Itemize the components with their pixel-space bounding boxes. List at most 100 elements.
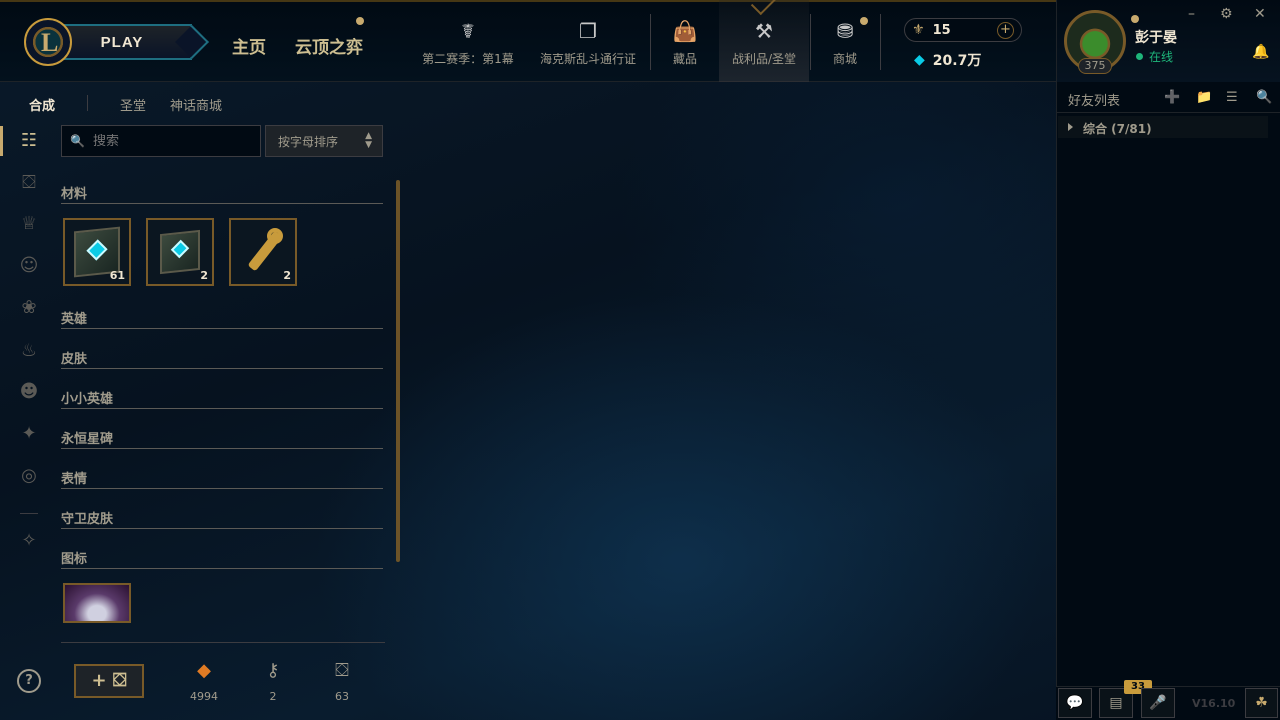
voice-mic-icon[interactable]: 🎤 xyxy=(1141,688,1175,718)
ward-filter-icon[interactable]: ✦ xyxy=(18,423,40,445)
loot-item-chest[interactable]: 61 xyxy=(63,218,131,286)
sort-chevron-icon: ▲ ▼ xyxy=(365,131,372,150)
tab-mythic-shop[interactable]: 神话商城 xyxy=(170,95,222,114)
notifications-bell-icon[interactable]: 🔔 xyxy=(1252,44,1269,60)
store-notification-dot xyxy=(860,17,868,25)
client-window: PLAY L 主页 云顶之弈 ☤ 第二赛季：第1幕 ❐ 海克斯乱斗通行证 👜 藏… xyxy=(0,0,1280,720)
nav-pass[interactable]: ❐ 海克斯乱斗通行证 xyxy=(534,0,642,82)
item-count: 2 xyxy=(200,269,208,282)
profile-icon-filter-icon[interactable]: ◎ xyxy=(18,465,40,487)
collection-icon: 👜 xyxy=(672,19,698,43)
close-icon[interactable]: ✕ xyxy=(1254,6,1266,22)
tab-sanctum[interactable]: 圣堂 xyxy=(120,95,146,114)
nav-tft[interactable]: 云顶之弈 xyxy=(295,33,363,58)
play-button[interactable]: PLAY xyxy=(52,24,192,60)
rp-balance: ⚜ 15 xyxy=(912,22,951,38)
key-icon xyxy=(267,228,283,244)
store-icon: ⛃ xyxy=(836,19,854,43)
loot-item-chest-small[interactable]: 2 xyxy=(146,218,214,286)
tab-craft[interactable]: 合成 xyxy=(29,95,55,114)
category-emotes[interactable]: 表情 xyxy=(61,467,383,489)
list-view-icon[interactable]: ☰ xyxy=(1226,90,1238,105)
loot-scrollbar[interactable] xyxy=(396,180,400,562)
blue-essence-icon: ◆ xyxy=(914,52,925,68)
chest-filter-icon[interactable]: ⛋ xyxy=(18,172,40,194)
rail-divider xyxy=(20,513,38,514)
sort-dropdown[interactable]: 按字母排序 ▲ ▼ xyxy=(265,125,383,157)
skin-filter-icon[interactable]: ☺ xyxy=(18,255,40,277)
league-logo[interactable]: L xyxy=(24,18,72,66)
profile-status-label: 在线 xyxy=(1149,50,1174,64)
add-label: + xyxy=(91,670,107,691)
add-chest-button[interactable]: + ⛋ xyxy=(74,664,144,698)
nav-home[interactable]: 主页 xyxy=(232,33,266,58)
nav-store[interactable]: ⛃ 商城 xyxy=(820,0,870,82)
expand-caret-icon xyxy=(1068,123,1073,131)
nav-divider xyxy=(810,14,811,70)
category-champions[interactable]: 英雄 xyxy=(61,307,383,329)
eternals-filter-icon[interactable]: ♨ xyxy=(18,340,40,362)
online-dot xyxy=(1136,53,1143,60)
search-input[interactable] xyxy=(92,133,253,149)
category-materials: 材料 xyxy=(61,182,383,204)
item-count: 2 xyxy=(283,269,291,282)
friend-group-label: 综合 (7/81) xyxy=(1083,122,1152,136)
orange-essence-value: 4994 xyxy=(190,690,218,703)
category-ward-skins[interactable]: 守卫皮肤 xyxy=(61,507,383,529)
nav-divider xyxy=(880,14,881,70)
chest-icon: ⛋ xyxy=(335,660,349,681)
nav-loot[interactable]: ⚒ 战利品/圣堂 xyxy=(719,0,809,82)
emote-filter-icon[interactable]: ☻ xyxy=(18,381,40,403)
profile-name[interactable]: 彭于晏 xyxy=(1135,27,1177,47)
profile-status[interactable]: 在线 xyxy=(1136,48,1173,65)
key-fragment-value: 2 xyxy=(269,690,277,703)
item-count: 61 xyxy=(109,269,125,282)
category-skins[interactable]: 皮肤 xyxy=(61,347,383,369)
profile-notification-dot xyxy=(1131,15,1139,23)
add-folder-icon[interactable]: 📁 xyxy=(1196,90,1212,105)
loot-item-key[interactable]: 2 xyxy=(229,218,297,286)
friends-header-divider xyxy=(1056,112,1280,113)
chest-counter-value: 63 xyxy=(335,690,349,703)
be-value: 20.7万 xyxy=(932,53,982,69)
logo-letter: L xyxy=(41,28,59,57)
bug-report-icon[interactable]: ☘ xyxy=(1245,688,1278,718)
add-friend-icon[interactable]: ➕ xyxy=(1164,90,1180,105)
footer-separator xyxy=(61,642,385,643)
nav-collection[interactable]: 👜 藏品 xyxy=(660,0,710,82)
nav-season[interactable]: ☤ 第二赛季：第1幕 xyxy=(418,0,518,82)
orange-essence-icon: ◆ xyxy=(197,660,211,681)
minimize-icon[interactable]: – xyxy=(1188,6,1195,22)
buy-rp-button[interactable]: + xyxy=(997,22,1014,39)
nav-collection-label: 藏品 xyxy=(672,52,697,66)
settings-icon[interactable]: ⚙ xyxy=(1220,6,1233,22)
nav-season-label: 第二赛季：第1幕 xyxy=(422,52,514,66)
little-legend-filter-icon[interactable]: ❀ xyxy=(18,297,40,319)
be-balance: ◆ 20.7万 xyxy=(914,50,981,70)
nav-pass-label: 海克斯乱斗通行证 xyxy=(539,52,636,66)
disenchant-icon[interactable]: ✧ xyxy=(18,530,40,552)
friend-search-icon[interactable]: 🔍 xyxy=(1256,90,1272,105)
all-items-grid-icon[interactable]: ☷ xyxy=(18,130,40,152)
key-fragment-counter: ⚷ 2 xyxy=(248,660,298,703)
chat-icon[interactable]: 💬 xyxy=(1058,688,1092,718)
nav-loot-label: 战利品/圣堂 xyxy=(731,52,797,66)
loot-item-profile-icon[interactable] xyxy=(63,583,131,623)
category-icons[interactable]: 图标 xyxy=(61,547,383,569)
level-badge: 375 xyxy=(1078,58,1112,74)
chest-counter: ⛋ 63 xyxy=(317,660,367,703)
help-button[interactable]: ? xyxy=(17,669,41,693)
sort-label: 按字母排序 xyxy=(278,134,339,149)
rail-active-indicator xyxy=(0,126,3,156)
champion-filter-icon[interactable]: ♕ xyxy=(18,213,40,235)
client-version: V16.10 xyxy=(1192,697,1236,710)
rp-icon: ⚜ xyxy=(912,22,925,38)
rp-value: 15 xyxy=(932,22,951,38)
key-fragment-icon: ⚷ xyxy=(266,660,280,681)
season-icon: ☤ xyxy=(461,19,475,43)
search-icon: 🔍 xyxy=(70,134,85,148)
search-field[interactable]: 🔍 xyxy=(61,125,261,157)
category-little-legends[interactable]: 小小英雄 xyxy=(61,387,383,409)
category-eternals[interactable]: 永恒星碑 xyxy=(61,427,383,449)
top-gold-border xyxy=(0,0,1056,2)
